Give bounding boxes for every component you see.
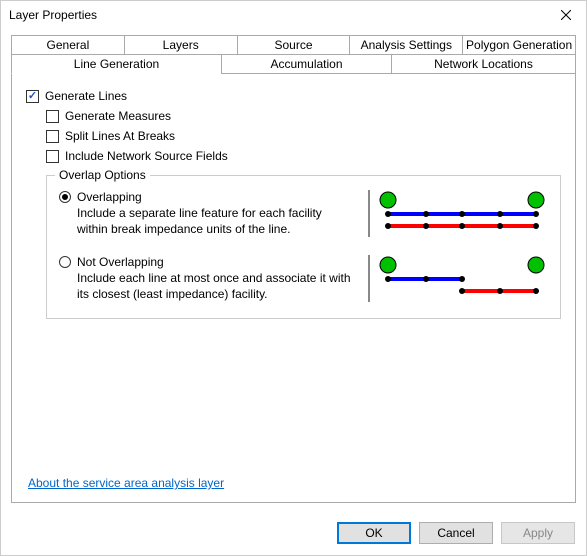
radio-label: Overlapping [77, 190, 142, 204]
apply-button: Apply [501, 522, 575, 544]
radio-overlapping[interactable]: Overlapping [59, 190, 354, 204]
diagram-not-overlapping [368, 255, 548, 302]
tab-analysis-settings[interactable]: Analysis Settings [349, 35, 462, 55]
tab-polygon-generation[interactable]: Polygon Generation [462, 35, 576, 55]
tab-panel-line-generation: Generate Lines Generate Measures Split L… [11, 73, 576, 503]
check-icon [46, 110, 59, 123]
cancel-button[interactable]: Cancel [419, 522, 493, 544]
check-icon [46, 130, 59, 143]
check-icon [46, 150, 59, 163]
close-button[interactable] [546, 1, 586, 29]
close-icon [561, 10, 571, 20]
tab-general[interactable]: General [11, 35, 124, 55]
window-title: Layer Properties [9, 8, 97, 22]
group-overlap-options: Overlap Options Overlapping Include a se… [46, 175, 561, 319]
tab-layers[interactable]: Layers [124, 35, 237, 55]
tab-accumulation[interactable]: Accumulation [221, 54, 391, 74]
dialog-button-bar: OK Cancel Apply [337, 522, 575, 544]
diagram-overlapping [368, 190, 548, 237]
checkbox-label: Split Lines At Breaks [65, 129, 175, 143]
radio-not-overlapping[interactable]: Not Overlapping [59, 255, 354, 269]
radio-icon [59, 256, 71, 268]
checkbox-generate-lines[interactable]: Generate Lines [26, 89, 561, 103]
radio-not-overlapping-desc: Include each line at most once and assoc… [77, 271, 354, 302]
check-icon [26, 90, 39, 103]
radio-overlapping-desc: Include a separate line feature for each… [77, 206, 354, 237]
checkbox-include-network-source-fields[interactable]: Include Network Source Fields [46, 149, 561, 163]
tab-line-generation[interactable]: Line Generation [11, 54, 221, 74]
group-legend: Overlap Options [55, 168, 150, 182]
checkbox-generate-measures[interactable]: Generate Measures [46, 109, 561, 123]
tab-network-locations[interactable]: Network Locations [391, 54, 576, 74]
tab-container: General Layers Source Analysis Settings … [11, 35, 576, 503]
checkbox-label: Generate Lines [45, 89, 127, 103]
radio-icon [59, 191, 71, 203]
checkbox-label: Include Network Source Fields [65, 149, 228, 163]
checkbox-split-lines-at-breaks[interactable]: Split Lines At Breaks [46, 129, 561, 143]
radio-label: Not Overlapping [77, 255, 164, 269]
checkbox-label: Generate Measures [65, 109, 171, 123]
titlebar: Layer Properties [1, 1, 586, 29]
help-link[interactable]: About the service area analysis layer [28, 476, 224, 490]
ok-button[interactable]: OK [337, 522, 411, 544]
tab-source[interactable]: Source [237, 35, 350, 55]
